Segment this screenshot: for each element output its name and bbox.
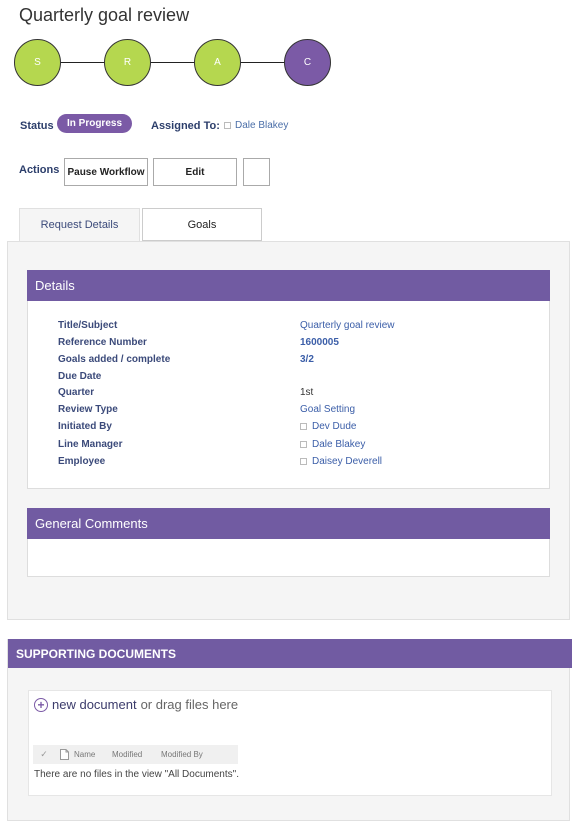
new-document-link[interactable]: new document bbox=[52, 697, 137, 712]
actions-label: Actions bbox=[19, 164, 60, 176]
stage-s[interactable]: S bbox=[14, 39, 61, 86]
detail-label-employee: Employee bbox=[58, 456, 106, 467]
detail-label-goals: Goals added / complete bbox=[58, 354, 171, 365]
detail-value-title: Quarterly goal review bbox=[300, 320, 395, 331]
documents-grid-header: ✓ Name Modified Modified By bbox=[33, 745, 238, 764]
person-icon bbox=[224, 122, 231, 129]
detail-label-initiated-by: Initiated By bbox=[58, 421, 112, 432]
edit-button[interactable]: Edit bbox=[153, 158, 237, 186]
stage-connector bbox=[60, 62, 286, 63]
employee-link[interactable]: Daisey Deverell bbox=[300, 456, 382, 467]
detail-label-title: Title/Subject bbox=[58, 320, 118, 331]
assigned-to-link[interactable]: Dale Blakey bbox=[224, 120, 288, 131]
initiated-by-name: Dev Dude bbox=[312, 421, 357, 432]
stage-c[interactable]: C bbox=[284, 39, 331, 86]
document-icon bbox=[55, 749, 73, 760]
supporting-documents-heading: SUPPORTING DOCUMENTS bbox=[8, 639, 572, 668]
tab-request-details[interactable]: Request Details bbox=[19, 208, 140, 241]
line-manager-link[interactable]: Dale Blakey bbox=[300, 439, 365, 450]
drag-files-text: or drag files here bbox=[140, 697, 239, 712]
person-icon bbox=[300, 458, 307, 465]
tab-goals[interactable]: Goals bbox=[142, 208, 262, 241]
checkmark-icon[interactable]: ✓ bbox=[33, 749, 55, 760]
detail-value-reference: 1600005 bbox=[300, 337, 339, 348]
detail-label-line-manager: Line Manager bbox=[58, 439, 123, 450]
initiated-by-link[interactable]: Dev Dude bbox=[300, 421, 356, 432]
person-icon bbox=[300, 423, 307, 430]
line-manager-name: Dale Blakey bbox=[312, 439, 366, 450]
detail-value-review-type: Goal Setting bbox=[300, 404, 356, 415]
add-circle-icon[interactable]: + bbox=[34, 697, 48, 712]
detail-label-quarter: Quarter bbox=[58, 387, 95, 398]
column-name[interactable]: Name bbox=[73, 750, 112, 759]
details-heading: Details bbox=[27, 270, 550, 301]
column-modified[interactable]: Modified bbox=[112, 750, 161, 759]
status-label: Status bbox=[20, 120, 54, 132]
status-badge: In Progress bbox=[57, 114, 132, 133]
person-icon bbox=[300, 441, 307, 448]
employee-name: Daisey Deverell bbox=[312, 456, 383, 467]
detail-value-quarter: 1st bbox=[300, 387, 314, 398]
detail-value-goals: 3/2 bbox=[300, 354, 314, 365]
comments-heading: General Comments bbox=[27, 508, 550, 539]
detail-label-review-type: Review Type bbox=[58, 404, 118, 415]
stage-a[interactable]: A bbox=[194, 39, 241, 86]
detail-label-due-date: Due Date bbox=[58, 371, 102, 382]
pause-workflow-button[interactable]: Pause Workflow bbox=[64, 158, 148, 186]
stage-r[interactable]: R bbox=[104, 39, 151, 86]
assigned-to-label: Assigned To: bbox=[151, 120, 220, 132]
page-title: Quarterly goal review bbox=[19, 5, 190, 25]
more-actions-button[interactable] bbox=[243, 158, 270, 186]
column-modified-by[interactable]: Modified By bbox=[161, 750, 203, 759]
new-document-area: + new document or drag files here bbox=[34, 697, 238, 712]
details-card bbox=[27, 270, 550, 489]
empty-documents-message: There are no files in the view "All Docu… bbox=[34, 769, 239, 780]
detail-label-reference: Reference Number bbox=[58, 337, 147, 348]
assigned-to-name: Dale Blakey bbox=[235, 120, 289, 131]
